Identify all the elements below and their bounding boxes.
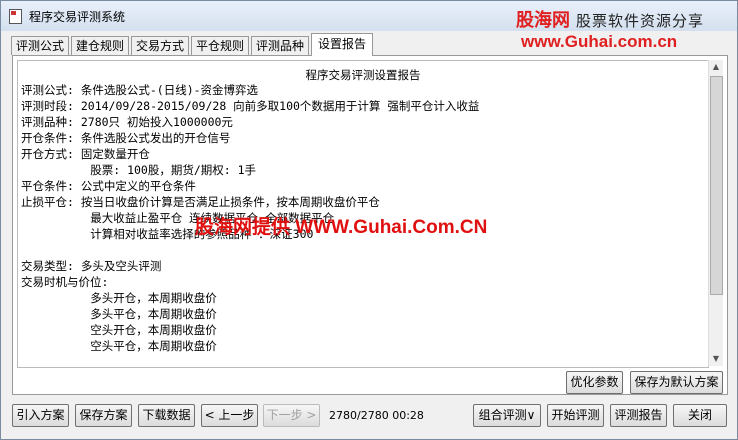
window-title: 程序交易评测系统 [29,10,126,24]
report-line: 止损平仓: 按当日收盘价计算是否满足止损条件，按本周期收盘价平仓 [21,195,380,209]
report-line: 交易类型: 多头及空头评测 [21,259,162,273]
report-line: 评测品种: 2780只 初始投入1000000元 [21,115,233,129]
scroll-down-icon[interactable]: ▼ [709,352,723,366]
progress-readout: 2780/2780 00:28 [329,409,424,422]
eval-report-button[interactable]: 评测报告 [610,404,667,427]
optimize-params-button[interactable]: 优化参数 [566,371,623,394]
report-line: 空头开仓，本周期收盘价 [21,323,217,337]
report-line: 开仓条件: 条件选股公式发出的开仓信号 [21,131,231,145]
scroll-thumb[interactable] [710,76,723,295]
tab-formula[interactable]: 评测公式 [11,36,69,55]
scroll-up-icon[interactable]: ▲ [709,60,723,74]
tab-instruments[interactable]: 评测品种 [251,36,309,55]
tab-open-rules[interactable]: 建仓规则 [71,36,129,55]
report-line: 平仓条件: 公式中定义的平仓条件 [21,179,196,193]
import-scheme-button[interactable]: 引入方案 [12,404,69,427]
report-line: 空头平仓，本周期收盘价 [21,339,217,353]
close-button[interactable]: 关闭 [673,404,727,427]
report-line: 多头平仓，本周期收盘价 [21,307,217,321]
report-line: 评测时段: 2014/09/28-2015/09/28 向前多取100个数据用于… [21,99,480,113]
report-line: 股票: 100股，期货/期权: 1手 [21,163,257,177]
combo-eval-dropdown[interactable]: 组合评测∨ [473,404,541,427]
watermark-overlay: 股海网提供 WWW.Guhai.Com.CN [195,217,488,238]
main-window: 程序交易评测系统 股海网 股票软件资源分享 www.Guhai.com.cn 评测… [0,0,738,440]
report-title: 程序交易评测设置报告 [305,68,421,82]
tab-panel: 程序交易评测设置报告 评测公式: 条件选股公式-(日线)-资金博弈选 评测时段:… [12,55,728,395]
title-bar: 程序交易评测系统 股海网 股票软件资源分享 [1,1,737,31]
watermark-name: 股海网 [516,10,570,31]
tab-close-rules[interactable]: 平仓规则 [191,36,249,55]
watermark-logo: 股海网 股票软件资源分享 [516,6,705,31]
app-icon [9,9,22,24]
download-data-button[interactable]: 下载数据 [138,404,195,427]
report-line: 开仓方式: 固定数量开仓 [21,147,150,161]
report-line: 评测公式: 条件选股公式-(日线)-资金博弈选 [21,83,259,97]
save-scheme-button[interactable]: 保存方案 [75,404,132,427]
vertical-scrollbar[interactable]: ▲ ▼ [708,60,723,366]
watermark-url: www.Guhai.com.cn [521,32,678,51]
report-line: 交易时机与价位: [21,275,109,289]
watermark-slogan: 股票软件资源分享 [576,12,705,30]
tab-settings-report[interactable]: 设置报告 [311,33,373,56]
start-eval-button[interactable]: 开始评测 [547,404,604,427]
save-default-button[interactable]: 保存为默认方案 [630,371,723,394]
prev-step-button[interactable]: < 上一步 [201,404,258,427]
report-line: 多头开仓，本周期收盘价 [21,291,217,305]
tab-trade-mode[interactable]: 交易方式 [131,36,189,55]
next-step-button[interactable]: 下一步 > [263,404,320,427]
report-text-area[interactable]: 程序交易评测设置报告 评测公式: 条件选股公式-(日线)-资金博弈选 评测时段:… [17,60,709,368]
